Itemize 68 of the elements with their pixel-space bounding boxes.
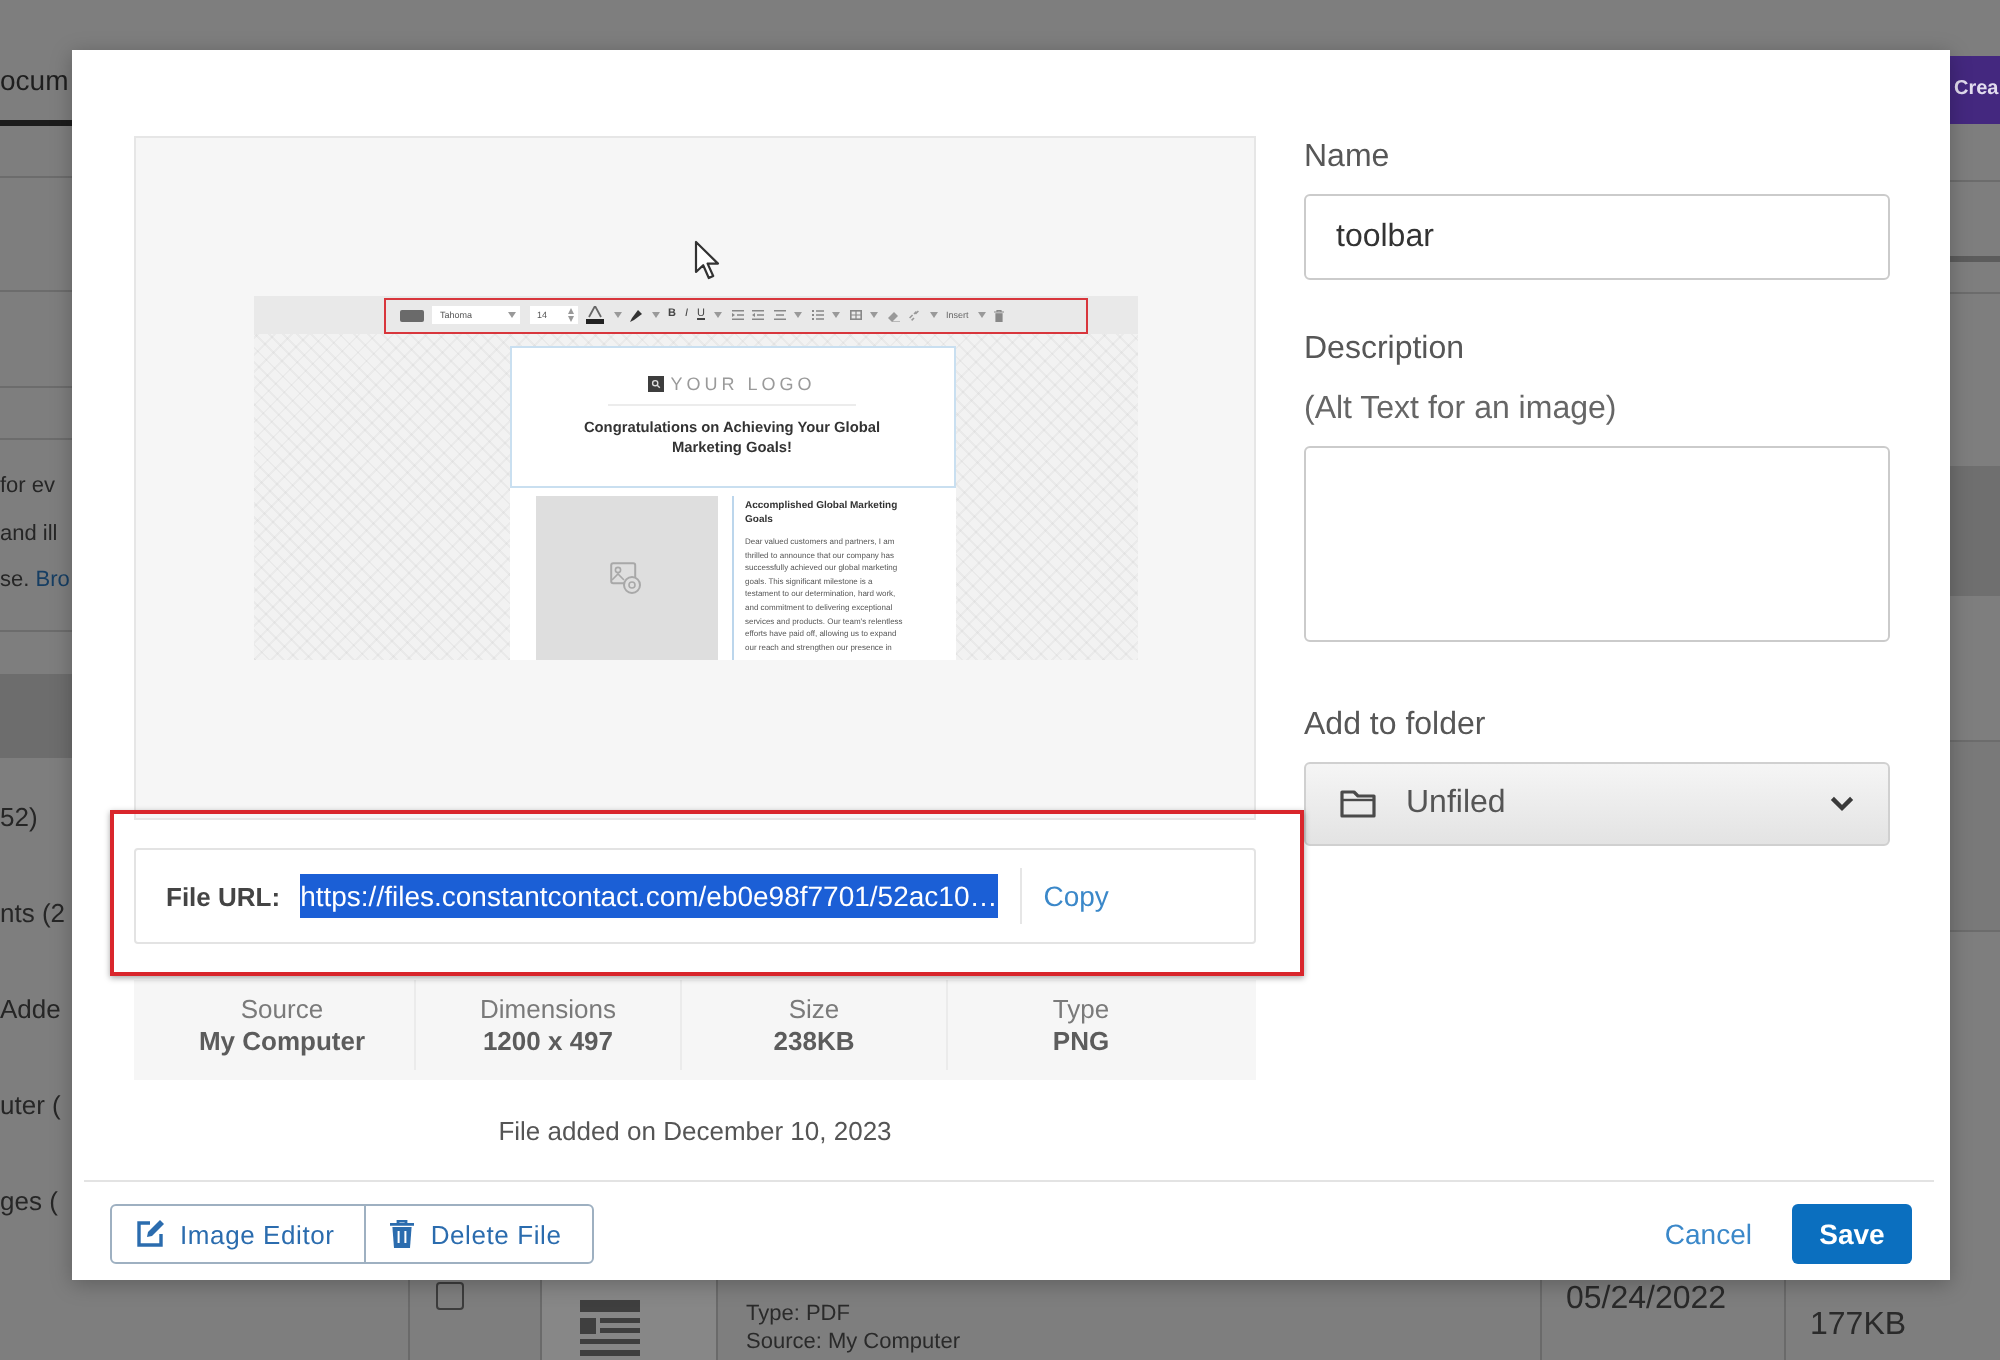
- caret-icon: [929, 312, 937, 318]
- detail-value: My Computer: [196, 1026, 368, 1058]
- intro-text: and ill: [0, 519, 60, 549]
- sidebar-item[interactable]: 52): [0, 770, 72, 866]
- logo-text: YOUR LOGO: [670, 374, 816, 394]
- save-button[interactable]: Save: [1792, 1204, 1912, 1264]
- file-url-text[interactable]: https://files.constantcontact.com/eb0e98f7701/52ac10…: [300, 874, 998, 918]
- chevron-down-icon: [1830, 796, 1854, 812]
- highlighter-icon: [630, 309, 642, 321]
- file-source-text: Source: My Computer: [746, 1328, 962, 1356]
- row-checkbox[interactable]: [436, 1282, 464, 1310]
- outdent-icon: [752, 310, 764, 320]
- caret-icon: [613, 312, 621, 318]
- detail-label: Source: [238, 994, 326, 1026]
- name-input[interactable]: toolbar: [1304, 194, 1890, 280]
- indent-icon: [731, 310, 743, 320]
- table-header-background: [1950, 466, 2000, 596]
- caret-icon: [870, 312, 878, 318]
- spinner-icon: [567, 308, 573, 322]
- caret-icon: [651, 312, 659, 318]
- caret-icon: [832, 312, 840, 318]
- caret-icon: [508, 312, 516, 318]
- detail-label: Size: [786, 994, 842, 1026]
- description-input[interactable]: [1304, 446, 1890, 642]
- intro-text: for ev: [0, 472, 58, 502]
- text-color-icon: [586, 306, 604, 324]
- detail-value: PNG: [1050, 1026, 1112, 1058]
- trash-icon: [994, 309, 1005, 321]
- folder-select[interactable]: Unfiled: [1304, 762, 1890, 846]
- sidebar-item[interactable]: uter (: [0, 1058, 72, 1154]
- cursor-icon: [694, 240, 720, 280]
- description-hint: (Alt Text for an image): [1304, 390, 1619, 430]
- detail-value: 238KB: [771, 1026, 857, 1058]
- table-icon: [849, 310, 861, 320]
- eraser-icon: [887, 309, 899, 321]
- name-label: Name: [1304, 138, 1392, 178]
- folder-icon: [1340, 790, 1376, 818]
- list-icon: [811, 310, 823, 320]
- file-size-text: 177KB: [1810, 1308, 1907, 1342]
- trash-icon: [390, 1220, 415, 1248]
- image-icon: [610, 562, 642, 594]
- detail-label: Type: [1050, 994, 1112, 1026]
- intro-text: se. Bro: [0, 566, 72, 596]
- file-url-label: File URL:: [166, 881, 281, 911]
- detail-value: 1200 x 497: [480, 1026, 616, 1058]
- cancel-button[interactable]: Cancel: [1664, 1218, 1752, 1250]
- link-icon: [908, 309, 920, 321]
- copy-link[interactable]: Copy: [1043, 880, 1109, 912]
- sidebar-item[interactable]: Adde: [0, 962, 72, 1058]
- file-type-text: Type: PDF: [746, 1300, 852, 1328]
- tile-icon: [399, 309, 423, 321]
- sidebar-item[interactable]: nts (2: [0, 866, 72, 962]
- caret-icon: [977, 312, 986, 318]
- file-date-text: 05/24/2022: [1566, 1282, 1727, 1316]
- logo-icon: [648, 376, 665, 392]
- align-icon: [773, 310, 785, 320]
- edit-icon: [136, 1220, 164, 1248]
- file-added-text: File added on December 10, 2023: [496, 1116, 894, 1146]
- description-label: Description: [1304, 330, 1467, 370]
- caret-icon: [714, 312, 722, 318]
- document-icon: [580, 1300, 640, 1356]
- sidebar-item[interactable]: ges (: [0, 1154, 72, 1250]
- text-link[interactable]: Bro: [35, 568, 70, 592]
- sidebar-item[interactable]: [0, 674, 72, 758]
- caret-icon: [794, 312, 802, 318]
- detail-label: Dimensions: [478, 994, 618, 1026]
- folder-label: Add to folder: [1304, 706, 1488, 746]
- header-button[interactable]: Crea: [1950, 56, 2000, 124]
